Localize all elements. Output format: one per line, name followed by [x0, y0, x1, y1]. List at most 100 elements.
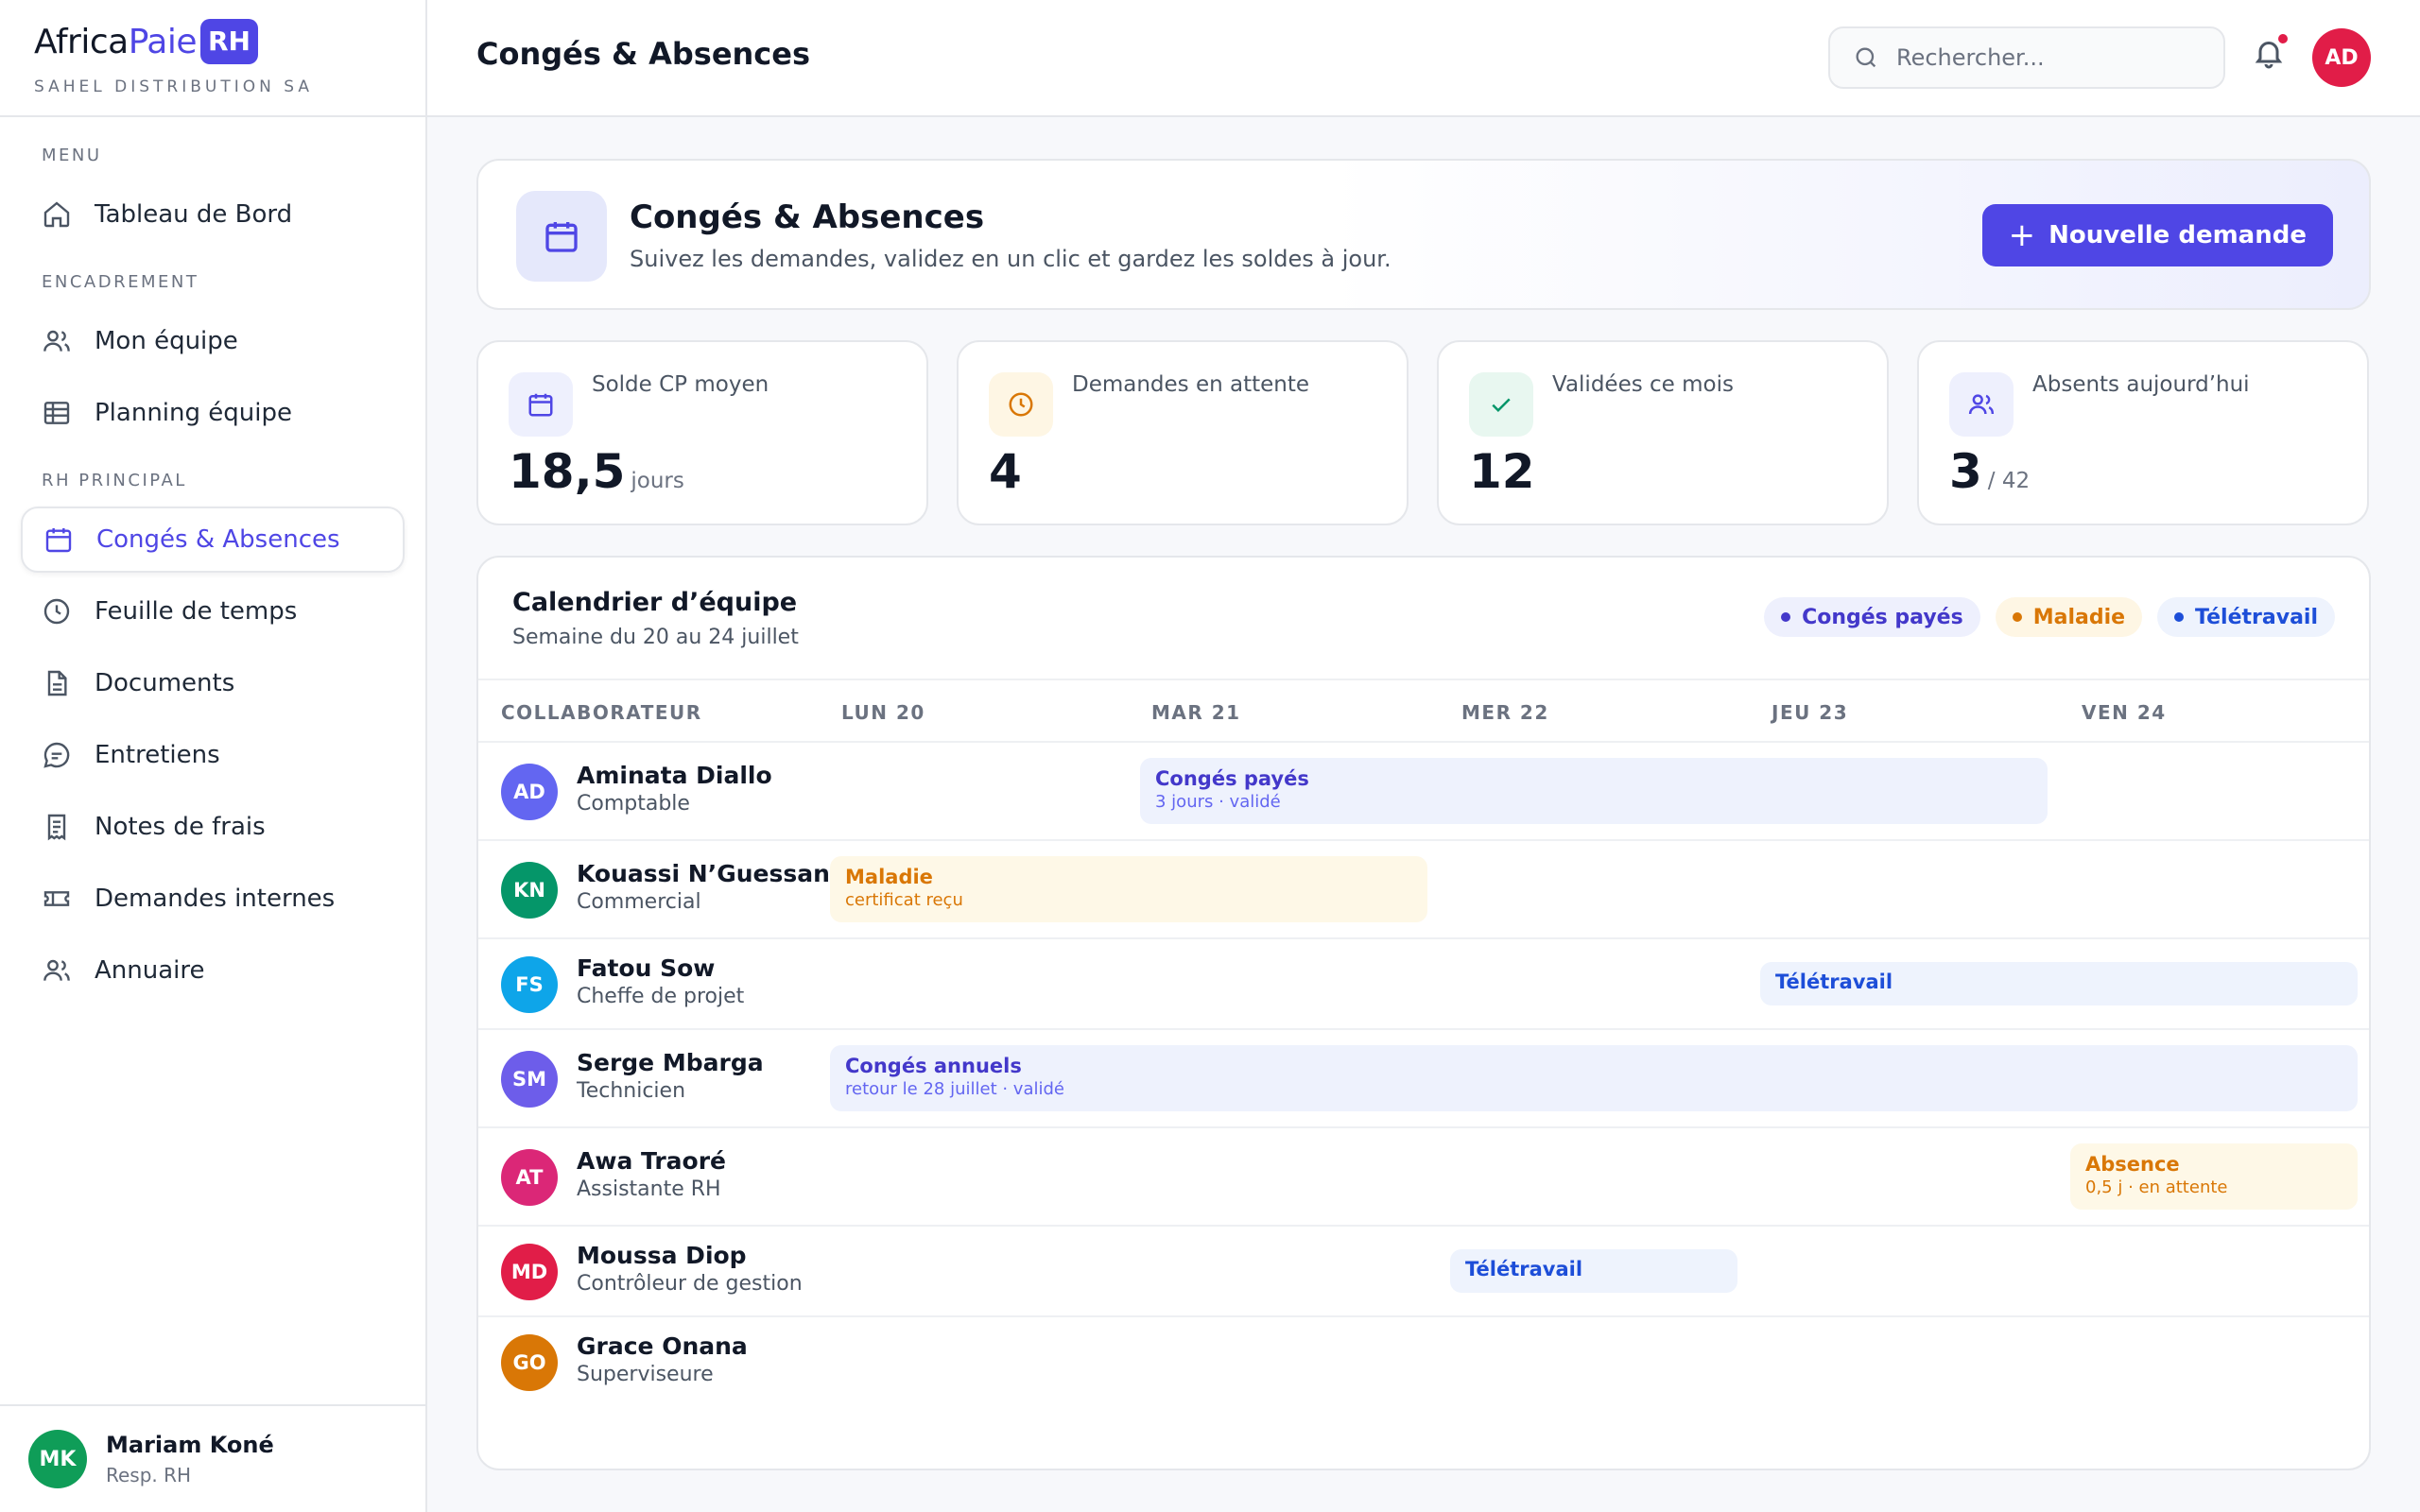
event-note: certificat reçu [845, 890, 963, 910]
stat-card-demandes-attente: Demandes en attente 4 [957, 340, 1409, 525]
table-row[interactable]: MD Moussa Diop Contrôleur de gestion Tél… [478, 1227, 2369, 1317]
plus-icon: + [2008, 216, 2036, 254]
sidebar-item-label: Mon équipe [95, 327, 238, 355]
nav-section-rh-principal: RH PRINCIPAL [42, 471, 187, 490]
legend-dot [2174, 612, 2185, 622]
stat-value: 3 [1949, 444, 1982, 499]
hero-subtitle: Suivez les demandes, validez en un clic … [630, 246, 1392, 272]
event-title: Absence [2085, 1153, 2180, 1176]
legend-label: Télétravail [2195, 605, 2318, 629]
calendar-event[interactable]: Congés annuels retour le 28 juillet · va… [830, 1045, 2358, 1111]
sidebar-item-feuille-de-temps[interactable]: Feuille de temps [21, 578, 405, 644]
sidebar-item-label: Planning équipe [95, 399, 292, 427]
stat-value: 4 [989, 444, 1022, 499]
employee-name: Moussa Diop [577, 1242, 747, 1269]
ticket-icon [43, 891, 70, 906]
search-box[interactable] [1828, 26, 2225, 89]
table-row[interactable]: AD Aminata Diallo Comptable Congés payés… [478, 743, 2369, 841]
avatar: MD [501, 1244, 558, 1300]
table-row[interactable]: KN Kouassi N’Guessan Commercial Maladie … [478, 841, 2369, 939]
page-header-card: Congés & Absences Suivez les demandes, v… [476, 159, 2371, 310]
avatar: GO [501, 1334, 558, 1391]
sidebar-item-label: Documents [95, 669, 235, 697]
sidebar-item-label: Congés & Absences [96, 525, 340, 554]
employee-role: Cheffe de projet [577, 985, 745, 1008]
avatar: AT [501, 1149, 558, 1206]
receipt-icon [47, 814, 66, 841]
search-input[interactable] [1896, 44, 2180, 71]
users-icon [43, 959, 70, 981]
calendar-title: Calendrier d’équipe [512, 588, 798, 617]
employee-name: Fatou Sow [577, 954, 716, 982]
sidebar-item-tableau-de-bord[interactable]: Tableau de Bord [21, 181, 405, 248]
event-note: retour le 28 juillet · validé [845, 1079, 1064, 1099]
avatar[interactable]: AD [2312, 28, 2371, 87]
stat-unit: jours [631, 469, 684, 493]
user-name: Mariam Koné [106, 1432, 274, 1458]
team-calendar: Calendrier d’équipe Semaine du 20 au 24 … [476, 556, 2371, 1470]
table-row[interactable]: GO Grace Onana Superviseure [478, 1317, 2369, 1408]
notifications-button[interactable] [2252, 34, 2290, 76]
logo-text-paie: Paie [128, 22, 198, 61]
new-request-label: Nouvelle demande [2048, 221, 2307, 249]
event-note: 0,5 j · en attente [2085, 1177, 2228, 1197]
employee-name: Grace Onana [577, 1332, 748, 1360]
sidebar-item-documents[interactable]: Documents [21, 650, 405, 716]
calendar-subtitle: Semaine du 20 au 24 juillet [512, 626, 799, 649]
employee-role: Technicien [577, 1079, 686, 1103]
table-row[interactable]: FS Fatou Sow Cheffe de projet Télétravai… [478, 939, 2369, 1030]
sidebar-item-conges-absences[interactable]: Congés & Absences [21, 507, 405, 573]
stat-card-validees: Validées ce mois 12 [1437, 340, 1889, 525]
current-user[interactable]: MK Mariam Koné Resp. RH [0, 1404, 425, 1512]
chat-icon [43, 742, 70, 768]
hero-title: Congés & Absences [630, 198, 985, 236]
calendar-event[interactable]: Télétravail [1760, 962, 2358, 1005]
app-logo[interactable]: Africa Paie RH [34, 17, 425, 66]
search-icon [1856, 47, 1876, 68]
stat-icon-box [1469, 372, 1533, 437]
stat-value: 18,5 [509, 444, 626, 499]
calendar-event[interactable]: Absence 0,5 j · en attente [2070, 1143, 2358, 1210]
column-header: MER 22 [1461, 701, 1549, 724]
stat-card-absents: Absents aujourd’hui 3/ 42 [1917, 340, 2369, 525]
sidebar-item-demandes-internes[interactable]: Demandes internes [21, 866, 405, 932]
calendar-icon [45, 528, 72, 553]
employee-role: Contrôleur de gestion [577, 1272, 803, 1296]
legend-chip-maladie[interactable]: Maladie [1995, 597, 2143, 637]
employee-role: Commercial [577, 890, 701, 914]
sidebar: Africa Paie RH SAHEL DISTRIBUTION SA MEN… [0, 0, 427, 1512]
stat-icon-box [989, 372, 1053, 437]
clock-icon [43, 598, 70, 625]
notification-dot [2278, 34, 2288, 43]
table-row[interactable]: AT Awa Traoré Assistante RH Absence 0,5 … [478, 1128, 2369, 1227]
stat-card-solde-cp: Solde CP moyen 18,5 jours [476, 340, 928, 525]
employee-name: Aminata Diallo [577, 762, 772, 789]
legend-chip-teletravail[interactable]: Télétravail [2157, 597, 2335, 637]
legend-dot [2012, 612, 2022, 622]
calendar-event[interactable]: Télétravail [1450, 1249, 1737, 1293]
employee-name: Kouassi N’Guessan [577, 860, 830, 887]
sidebar-item-notes-de-frais[interactable]: Notes de frais [21, 794, 405, 860]
stat-value-wrap: 3/ 42 [1949, 444, 2030, 499]
hero-icon-box [516, 191, 607, 282]
legend-label: Maladie [2032, 605, 2126, 629]
sidebar-item-planning-equipe[interactable]: Planning équipe [21, 380, 405, 446]
column-header: JEU 23 [1772, 701, 1849, 724]
sidebar-item-annuaire[interactable]: Annuaire [21, 937, 405, 1004]
sidebar-item-label: Tableau de Bord [95, 200, 293, 229]
avatar: AD [501, 764, 558, 820]
stat-value-wrap: 18,5 jours [509, 444, 684, 499]
calendar-event[interactable]: Congés payés 3 jours · validé [1140, 758, 2048, 824]
calendar-legend: Congés payés Maladie Télétravail [1764, 597, 2335, 637]
table-row[interactable]: SM Serge Mbarga Technicien Congés annuel… [478, 1030, 2369, 1128]
employee-role: Assistante RH [577, 1177, 721, 1201]
legend-chip-conges-payes[interactable]: Congés payés [1764, 597, 1980, 637]
calendar-icon [528, 393, 553, 417]
new-request-button[interactable]: + Nouvelle demande [1981, 204, 2333, 266]
calendar-event[interactable]: Maladie certificat reçu [830, 856, 1427, 922]
topbar: Congés & Absences AD [427, 0, 2420, 117]
stat-icon-box [1949, 372, 2014, 437]
event-title: Maladie [845, 866, 933, 888]
sidebar-item-entretiens[interactable]: Entretiens [21, 722, 405, 788]
sidebar-item-mon-equipe[interactable]: Mon équipe [21, 308, 405, 374]
